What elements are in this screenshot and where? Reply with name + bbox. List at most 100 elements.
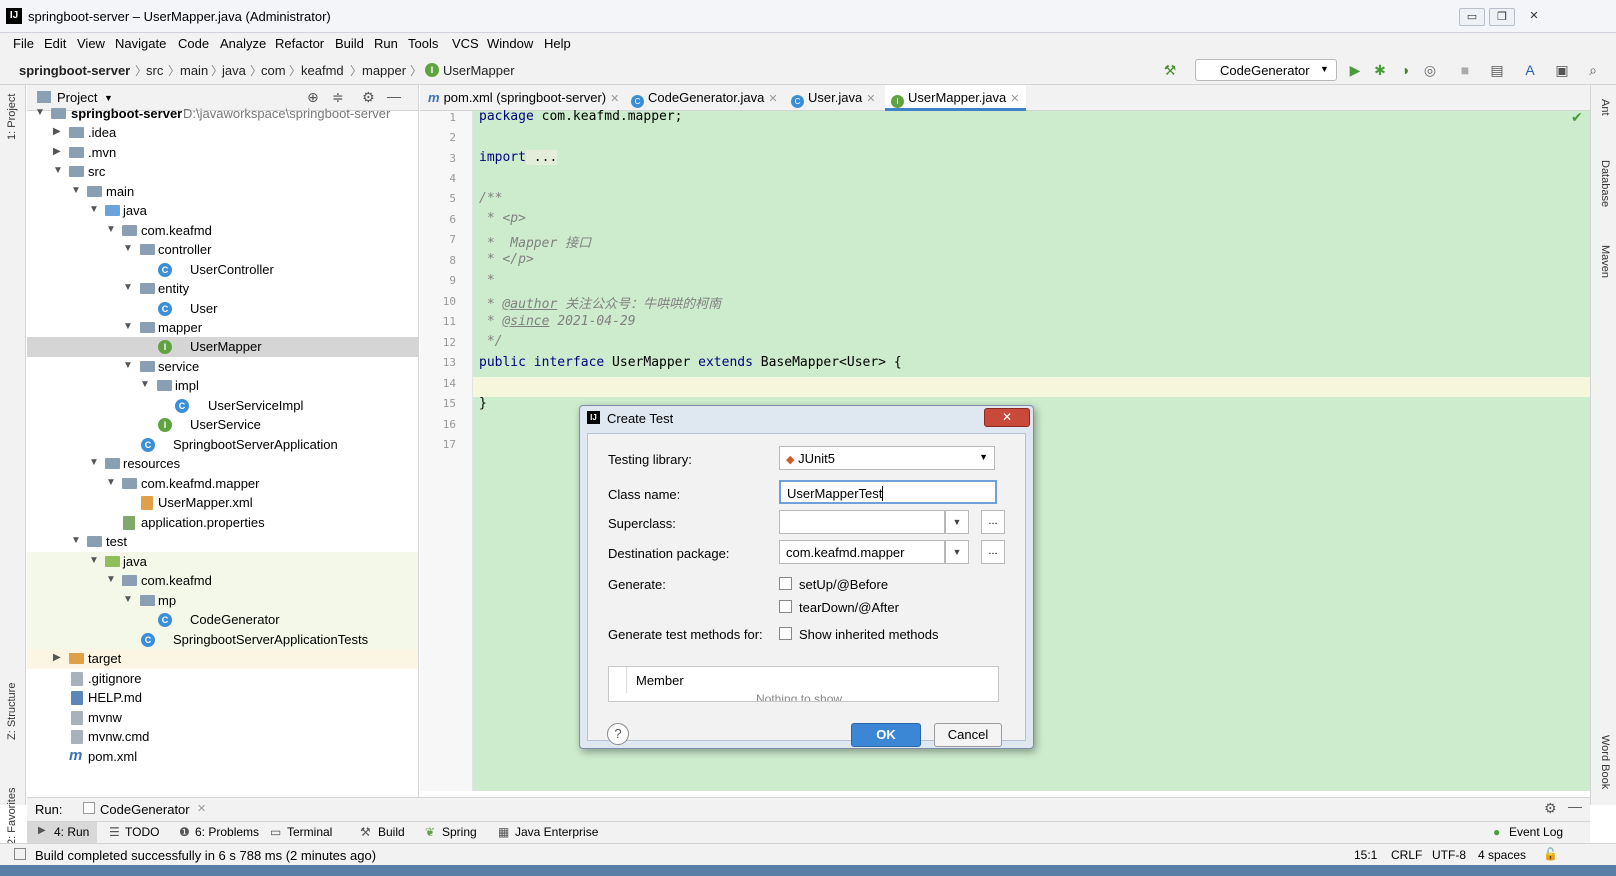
tab-pom-xml[interactable]: m pom.xml (springboot-server) ✕ xyxy=(422,85,625,111)
menu-code[interactable]: Code xyxy=(178,36,209,51)
tree-node[interactable]: I UserService xyxy=(27,415,418,435)
breadcrumb-src[interactable]: src xyxy=(146,63,163,78)
tab-todo[interactable]: TODO xyxy=(125,825,159,839)
breadcrumb-usermapper[interactable]: UserMapper xyxy=(443,63,515,78)
breadcrumb-project[interactable]: springboot-server xyxy=(19,63,130,78)
menu-window[interactable]: Window xyxy=(487,36,533,51)
close-icon[interactable]: ✕ xyxy=(866,93,875,105)
gear-icon[interactable]: ⚙ xyxy=(1544,800,1557,817)
tree-node[interactable]: UserMapper.xml xyxy=(27,493,418,513)
close-window-button[interactable]: ✕ xyxy=(1521,8,1547,26)
close-icon[interactable]: ✕ xyxy=(197,802,206,815)
close-icon[interactable]: ✕ xyxy=(610,93,619,105)
menu-help[interactable]: Help xyxy=(544,36,571,51)
menu-refactor[interactable]: Refactor xyxy=(275,36,324,51)
tab-terminal[interactable]: Terminal xyxy=(287,825,332,839)
close-icon[interactable]: ✕ xyxy=(1010,93,1019,105)
breadcrumb-java[interactable]: java xyxy=(222,63,246,78)
tab-problems[interactable]: 6: Problems xyxy=(195,825,259,839)
tree-node[interactable]: ▶ target xyxy=(27,649,418,669)
tree-node[interactable]: C UserServiceImpl xyxy=(27,396,418,416)
tab-build[interactable]: Build xyxy=(378,825,405,839)
menu-analyze[interactable]: Analyze xyxy=(220,36,266,51)
tree-node[interactable]: m pom.xml xyxy=(27,747,418,767)
breadcrumb-keafmd[interactable]: keafmd xyxy=(301,63,344,78)
inherited-checkbox-label[interactable]: Show inherited methods xyxy=(799,627,938,642)
tree-node[interactable]: ▼ controller xyxy=(27,240,418,260)
tab-spring[interactable]: Spring xyxy=(442,825,477,839)
tab-user[interactable]: C User.java ✕ xyxy=(785,85,881,111)
tree-node[interactable]: ▼ main xyxy=(27,182,418,202)
setup-checkbox-label[interactable]: setUp/@Before xyxy=(799,577,888,592)
tree-node[interactable]: C SpringbootServerApplicationTests xyxy=(27,630,418,650)
inherited-checkbox[interactable] xyxy=(779,627,792,640)
indent-setting[interactable]: 4 spaces xyxy=(1478,848,1526,862)
search-icon[interactable]: ⌕ xyxy=(1584,61,1602,79)
class-name-input[interactable]: UserMapperTest xyxy=(779,480,997,504)
testing-library-select[interactable]: ◆ JUnit5 ▼ xyxy=(779,446,995,470)
tree-node[interactable]: ▼ java xyxy=(27,552,418,572)
tab-codegenerator[interactable]: C CodeGenerator.java ✕ xyxy=(625,85,784,111)
project-tool-tab[interactable]: 1: Project xyxy=(6,94,18,140)
destination-browse-button[interactable]: ... xyxy=(981,540,1005,564)
tree-node[interactable]: ▼ mapper xyxy=(27,318,418,338)
presentation-icon[interactable]: ▣ xyxy=(1553,61,1571,79)
close-icon[interactable]: ✕ xyxy=(768,93,777,105)
hide-panel-icon[interactable]: — xyxy=(387,88,401,104)
tab-run[interactable]: ▶ 4: Run xyxy=(27,822,97,843)
wordbook-tool-tab[interactable]: Word Book xyxy=(1599,735,1611,789)
stop-icon[interactable]: ■ xyxy=(1456,61,1474,79)
tree-node[interactable]: HELP.md xyxy=(27,688,418,708)
breadcrumb-com[interactable]: com xyxy=(261,63,286,78)
chevron-down-icon[interactable]: ▼ xyxy=(945,510,969,534)
menu-file[interactable]: File xyxy=(13,36,34,51)
tree-node[interactable]: ▼ com.keafmd xyxy=(27,221,418,241)
menu-edit[interactable]: Edit xyxy=(44,36,66,51)
chevron-down-icon[interactable]: ▼ xyxy=(945,540,969,564)
tree-node[interactable]: ▼ java xyxy=(27,201,418,221)
tree-node[interactable]: ▼ src xyxy=(27,162,418,182)
breadcrumb-mapper[interactable]: mapper xyxy=(362,63,406,78)
tree-node[interactable]: .gitignore xyxy=(27,669,418,689)
tab-event-log[interactable]: Event Log xyxy=(1509,825,1563,839)
minimize-button[interactable]: ▭ xyxy=(1459,8,1485,26)
run-icon[interactable]: ▶ xyxy=(1346,61,1364,79)
run-config-select[interactable]: CodeGenerator ▼ xyxy=(1195,59,1337,81)
run-config-tab[interactable]: CodeGenerator xyxy=(100,802,190,817)
tab-java-enterprise[interactable]: Java Enterprise xyxy=(515,825,598,839)
tree-node[interactable]: ▼ com.keafmd.mapper xyxy=(27,474,418,494)
folded-imports[interactable]: ... xyxy=(525,150,558,165)
setup-checkbox[interactable] xyxy=(779,577,792,590)
profile-icon[interactable]: ◎ xyxy=(1421,61,1439,79)
project-panel-title[interactable]: Project xyxy=(57,90,97,105)
coverage-icon[interactable]: ◑ xyxy=(1396,61,1414,79)
tree-node[interactable]: C UserController xyxy=(27,260,418,280)
member-table[interactable]: Member Nothing to show xyxy=(608,666,999,702)
help-button[interactable]: ? xyxy=(607,723,629,745)
tree-node-selected[interactable]: I UserMapper xyxy=(27,337,418,357)
ant-tool-tab[interactable]: Ant xyxy=(1599,99,1611,116)
tree-node[interactable]: ▼ impl xyxy=(27,376,418,396)
caret-position[interactable]: 15:1 xyxy=(1354,848,1377,862)
lock-icon[interactable]: 🔓 xyxy=(1543,847,1558,861)
superclass-browse-button[interactable]: ... xyxy=(981,510,1005,534)
project-structure-icon[interactable]: ▤ xyxy=(1488,61,1506,79)
superclass-input[interactable] xyxy=(779,510,945,534)
restore-button[interactable]: ❐ xyxy=(1489,8,1515,26)
breadcrumb-main[interactable]: main xyxy=(180,63,208,78)
destination-package-input[interactable]: com.keafmd.mapper xyxy=(779,540,945,564)
tree-node[interactable]: mvnw.cmd xyxy=(27,727,418,747)
teardown-checkbox[interactable] xyxy=(779,600,792,613)
cancel-button[interactable]: Cancel xyxy=(934,723,1002,747)
hide-panel-icon[interactable]: — xyxy=(1568,798,1582,814)
tree-node-root[interactable]: ▼ springboot-server D:\javaworkspace\spr… xyxy=(27,104,418,124)
tree-node[interactable]: ▼ mp xyxy=(27,591,418,611)
menu-build[interactable]: Build xyxy=(335,36,364,51)
structure-tool-tab[interactable]: Z: Structure xyxy=(6,683,18,740)
menu-view[interactable]: View xyxy=(77,36,105,51)
menu-vcs[interactable]: VCS xyxy=(452,36,479,51)
ok-button[interactable]: OK xyxy=(851,723,921,747)
tree-node[interactable]: ▼ service xyxy=(27,357,418,377)
tab-usermapper[interactable]: I UserMapper.java ✕ xyxy=(885,85,1026,111)
tree-node[interactable]: C SpringbootServerApplication xyxy=(27,435,418,455)
